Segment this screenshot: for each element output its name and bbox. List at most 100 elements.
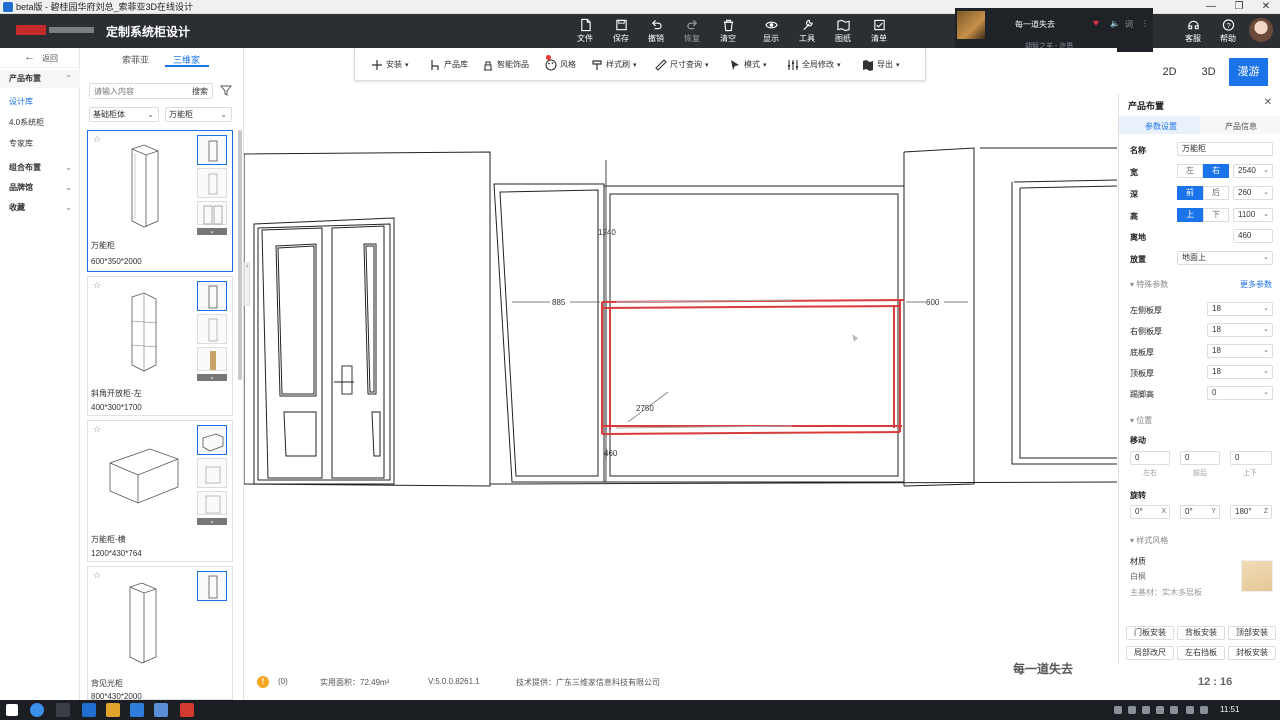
folder-icon[interactable] — [106, 703, 120, 717]
move-z-field[interactable]: 0 — [1230, 451, 1272, 465]
undo-button[interactable]: 撤销 — [639, 17, 673, 47]
placement-select[interactable]: 地面上 ⌄ — [1177, 251, 1273, 265]
rotate-y-field[interactable]: 0° Y — [1180, 505, 1220, 519]
variant-thumb[interactable] — [197, 135, 227, 165]
minimize-button[interactable]: — — [1197, 0, 1225, 14]
more-params-link[interactable]: 更多参数 — [1240, 279, 1272, 290]
tab-sofia[interactable]: 索菲亚 — [122, 53, 149, 66]
nav-combo-layout[interactable]: 组合布置 ⌄ — [0, 159, 80, 177]
height-field[interactable]: 1100 ⌄ — [1233, 208, 1273, 222]
variant-thumb[interactable] — [197, 571, 227, 601]
board-field[interactable]: 18 ⌄ — [1207, 323, 1273, 337]
lyrics-icon[interactable]: 词 — [1125, 19, 1133, 30]
format-brush-menu[interactable]: 样式刷 ▾ — [591, 59, 637, 71]
floor-field[interactable]: 460 — [1233, 229, 1273, 243]
help-button[interactable]: ? 帮助 — [1213, 17, 1243, 44]
tray-icon[interactable] — [1170, 706, 1178, 714]
tray-icon[interactable] — [1156, 706, 1164, 714]
customer-service-button[interactable]: 客服 — [1178, 17, 1208, 44]
start-icon[interactable] — [6, 704, 18, 716]
back-button[interactable]: ← 返回 — [0, 48, 80, 68]
view-roam-button[interactable]: 漫游 — [1229, 58, 1268, 86]
product-card[interactable]: ☆ 背见光柜 800*430*2000 — [87, 566, 233, 701]
width-field[interactable]: 2540 ⌄ — [1233, 164, 1273, 178]
product-card[interactable]: ☆ ⌄ 万能柜 600*350*2000 — [87, 130, 233, 272]
checklist-button[interactable]: 清单 — [862, 17, 896, 47]
drawing-button[interactable]: 图纸 — [826, 17, 860, 47]
user-avatar[interactable] — [1249, 18, 1273, 42]
heart-icon[interactable]: ♥ — [1093, 18, 1099, 29]
file-button[interactable]: 文件 — [568, 17, 602, 47]
board-field[interactable]: 18 ⌄ — [1207, 344, 1273, 358]
height-down-seg[interactable]: 下 — [1203, 208, 1229, 222]
smart-decor-button[interactable]: 智能饰品 — [482, 59, 529, 71]
more-icon[interactable]: ⋮ — [1141, 19, 1149, 28]
special-params-header[interactable]: ▾ 特殊参数 — [1130, 279, 1168, 290]
product-card[interactable]: ☆ ⌄ 斜角开放柜-左 400*300*1700 — [87, 276, 233, 416]
tab-parameters[interactable]: 参数设置 — [1145, 121, 1177, 132]
type-select[interactable]: 万能柜 ⌄ — [165, 107, 232, 122]
edge-icon[interactable] — [30, 703, 44, 717]
display-button[interactable]: 显示 — [754, 17, 788, 47]
search-input[interactable] — [90, 84, 180, 98]
tray-icon[interactable] — [1142, 706, 1150, 714]
app-taskbar-icon-3[interactable] — [154, 703, 168, 717]
variant-thumb[interactable] — [197, 425, 227, 455]
width-right-seg[interactable]: 右 — [1203, 164, 1229, 178]
scene-canvas[interactable]: 1240 885 600 2750 460 — [244, 48, 1117, 700]
maximize-button[interactable]: ❐ — [1225, 0, 1253, 14]
variant-thumb[interactable] — [197, 201, 227, 225]
depth-front-seg[interactable]: 前 — [1177, 186, 1203, 200]
width-left-seg[interactable]: 左 — [1177, 164, 1203, 178]
seal-board-button[interactable]: 封板安装 — [1228, 646, 1276, 660]
top-install-button[interactable]: 顶部安装 — [1228, 626, 1276, 640]
product-library-button[interactable]: 产品库 — [429, 59, 468, 71]
app-taskbar-icon-2[interactable] — [130, 703, 144, 717]
door-install-button[interactable]: 门板安装 — [1126, 626, 1174, 640]
global-edit-menu[interactable]: 全局修改 ▾ — [787, 59, 841, 71]
explorer-icon[interactable] — [56, 703, 70, 717]
depth-back-seg[interactable]: 后 — [1203, 186, 1229, 200]
tab-product-info[interactable]: 产品信息 — [1225, 121, 1257, 132]
variant-thumb[interactable] — [197, 347, 227, 371]
design-viewport[interactable]: 1240 885 600 2750 460 ‹ 安装 ▾ 产品库 智能饰品 风格 … — [244, 48, 1117, 700]
app-taskbar-icon[interactable] — [82, 703, 96, 717]
expand-variants-button[interactable]: ⌄ — [197, 374, 227, 381]
nav-system-cabinet[interactable]: 4.0系统柜 — [0, 114, 80, 132]
warning-icon[interactable]: ! — [257, 676, 269, 688]
move-y-field[interactable]: 0 — [1180, 451, 1220, 465]
expand-variants-button[interactable]: ⌄ — [197, 518, 227, 525]
tools-button[interactable]: 工具 — [790, 17, 824, 47]
clear-button[interactable]: 清空 — [711, 17, 745, 47]
view-2d-button[interactable]: 2D — [1150, 58, 1189, 86]
product-card[interactable]: ☆ ⌄ 万能柜-横 1200*430*764 — [87, 420, 233, 562]
mode-menu[interactable]: 模式 ▾ — [729, 59, 767, 71]
tray-icon[interactable] — [1128, 706, 1136, 714]
variant-thumb[interactable] — [197, 491, 227, 515]
tray-icon[interactable] — [1114, 706, 1122, 714]
search-button[interactable]: 搜索 — [192, 86, 208, 97]
name-field[interactable]: 万能柜 — [1177, 142, 1273, 156]
rotate-z-field[interactable]: 180° Z — [1230, 505, 1272, 519]
pdf-icon[interactable] — [180, 703, 194, 717]
variant-thumb[interactable] — [197, 281, 227, 311]
close-window-button[interactable]: ✕ — [1252, 0, 1280, 14]
position-header[interactable]: ▾ 位置 — [1130, 415, 1152, 426]
library-scrollbar[interactable] — [238, 130, 242, 380]
dimension-query-menu[interactable]: 尺寸查询 ▾ — [655, 59, 709, 71]
style-button[interactable]: 风格 — [545, 59, 576, 71]
board-field[interactable]: 0 ⌄ — [1207, 386, 1273, 400]
volume-icon[interactable]: 🔈 — [1110, 19, 1120, 28]
nav-product-layout[interactable]: 产品布置 ⌃ — [0, 70, 80, 88]
tray-icon[interactable] — [1200, 706, 1208, 714]
nav-favorites[interactable]: 收藏 ⌄ — [0, 199, 80, 217]
expand-variants-button[interactable]: ⌄ — [197, 228, 227, 235]
board-field[interactable]: 18 ⌄ — [1207, 302, 1273, 316]
move-x-field[interactable]: 0 — [1130, 451, 1170, 465]
install-menu[interactable]: 安装 ▾ — [371, 59, 409, 71]
close-icon[interactable]: ✕ — [1264, 97, 1272, 108]
panel-collapse-handle[interactable]: ‹ — [244, 262, 250, 306]
variant-thumb[interactable] — [197, 168, 227, 198]
style-header[interactable]: ▾ 样式风格 — [1130, 535, 1168, 546]
tray-icon[interactable] — [1186, 706, 1194, 714]
